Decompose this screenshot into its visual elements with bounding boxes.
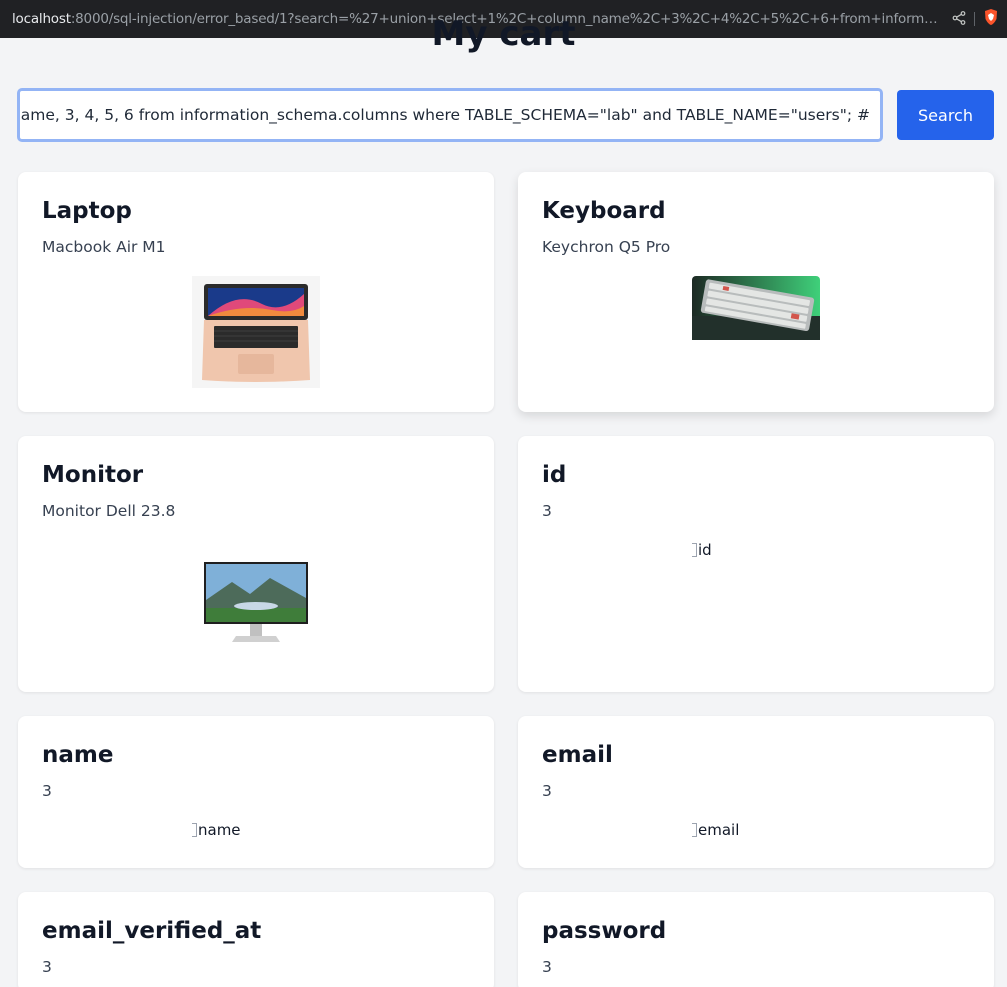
product-subtitle: 3	[542, 958, 552, 976]
product-title: Laptop	[42, 198, 132, 224]
product-subtitle: Macbook Air M1	[42, 238, 166, 256]
broken-image-icon	[192, 823, 197, 837]
product-title: email	[542, 742, 613, 768]
broken-image: name	[192, 821, 241, 839]
product-card: password 3	[518, 892, 994, 987]
product-card: Monitor Monitor Dell 23.8	[18, 436, 494, 692]
broken-image: email	[692, 821, 739, 839]
product-subtitle: 3	[42, 958, 52, 976]
product-card: name 3 name	[18, 716, 494, 868]
product-card: email 3 email	[518, 716, 994, 868]
search-input[interactable]: :olumn_name, 3, 4, 5, 6 from information…	[17, 88, 883, 142]
broken-image-icon	[692, 543, 697, 557]
product-subtitle: 3	[542, 782, 552, 800]
product-title: Monitor	[42, 462, 144, 488]
broken-image-icon	[692, 823, 697, 837]
product-title: id	[542, 462, 567, 488]
page-title: My cart	[431, 14, 576, 54]
product-title: password	[542, 918, 667, 944]
image-alt-text: email	[698, 821, 740, 839]
broken-image: id	[692, 541, 712, 559]
image-alt-text: id	[698, 541, 712, 559]
product-card: Laptop Macbook Air M1	[18, 172, 494, 412]
product-card: Keyboard Keychron Q5 Pro	[518, 172, 994, 412]
monitor-image	[192, 556, 320, 648]
product-title: name	[42, 742, 114, 768]
product-subtitle: 3	[42, 782, 52, 800]
product-card: email_verified_at 3	[18, 892, 494, 987]
product-card: id 3 id	[518, 436, 994, 692]
search-button[interactable]: Search	[897, 90, 994, 140]
product-subtitle: 3	[542, 502, 552, 520]
search-input-value: :olumn_name, 3, 4, 5, 6 from information…	[17, 106, 870, 124]
laptop-image	[192, 276, 320, 388]
product-title: email_verified_at	[42, 918, 262, 944]
product-subtitle: Monitor Dell 23.8	[42, 502, 176, 520]
search-form: :olumn_name, 3, 4, 5, 6 from information…	[17, 88, 994, 142]
product-subtitle: Keychron Q5 Pro	[542, 238, 671, 256]
keyboard-image	[692, 276, 820, 340]
image-alt-text: name	[198, 821, 241, 839]
product-title: Keyboard	[542, 198, 666, 224]
